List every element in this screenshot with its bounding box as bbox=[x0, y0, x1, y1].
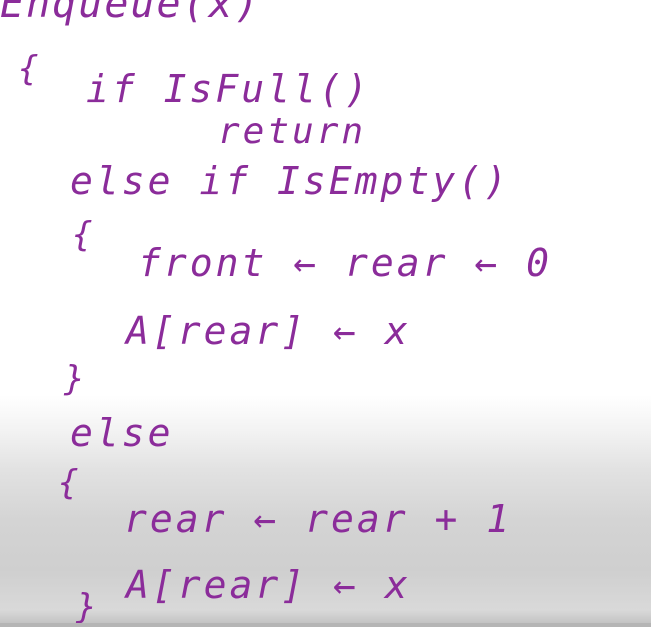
return-line: return bbox=[218, 111, 367, 152]
else-if-isempty-line: else if IsEmpty() bbox=[70, 159, 510, 203]
open-brace-function: { bbox=[18, 49, 42, 89]
close-brace-empty-branch: } bbox=[64, 359, 88, 399]
bottom-edge bbox=[0, 623, 651, 627]
open-brace-empty-branch: { bbox=[72, 215, 96, 255]
else-line: else bbox=[70, 411, 174, 455]
array-assign-line-1: A[rear] ← x bbox=[126, 309, 411, 353]
function-title: Enqueue(x) bbox=[0, 0, 261, 27]
whiteboard-notes: Enqueue(x) { if IsFull() return else if … bbox=[0, 0, 651, 627]
close-brace-else-branch: } bbox=[76, 587, 100, 627]
open-brace-else-branch: { bbox=[58, 463, 82, 503]
front-rear-init-line: front ← rear ← 0 bbox=[138, 241, 553, 285]
rear-increment-line: rear ← rear + 1 bbox=[124, 497, 513, 541]
if-isfull-line: if IsFull() bbox=[86, 67, 371, 111]
array-assign-line-2: A[rear] ← x bbox=[126, 563, 411, 607]
